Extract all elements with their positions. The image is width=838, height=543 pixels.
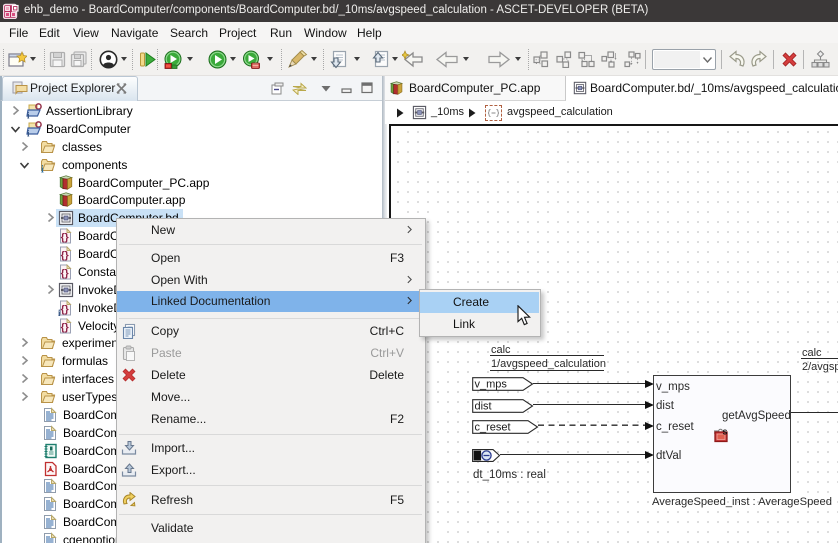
svg-text:v_mps: v_mps — [475, 379, 508, 391]
svg-text:c_reset: c_reset — [475, 421, 511, 433]
svg-text:dist: dist — [475, 400, 492, 412]
svg-text:s: s — [723, 427, 728, 437]
